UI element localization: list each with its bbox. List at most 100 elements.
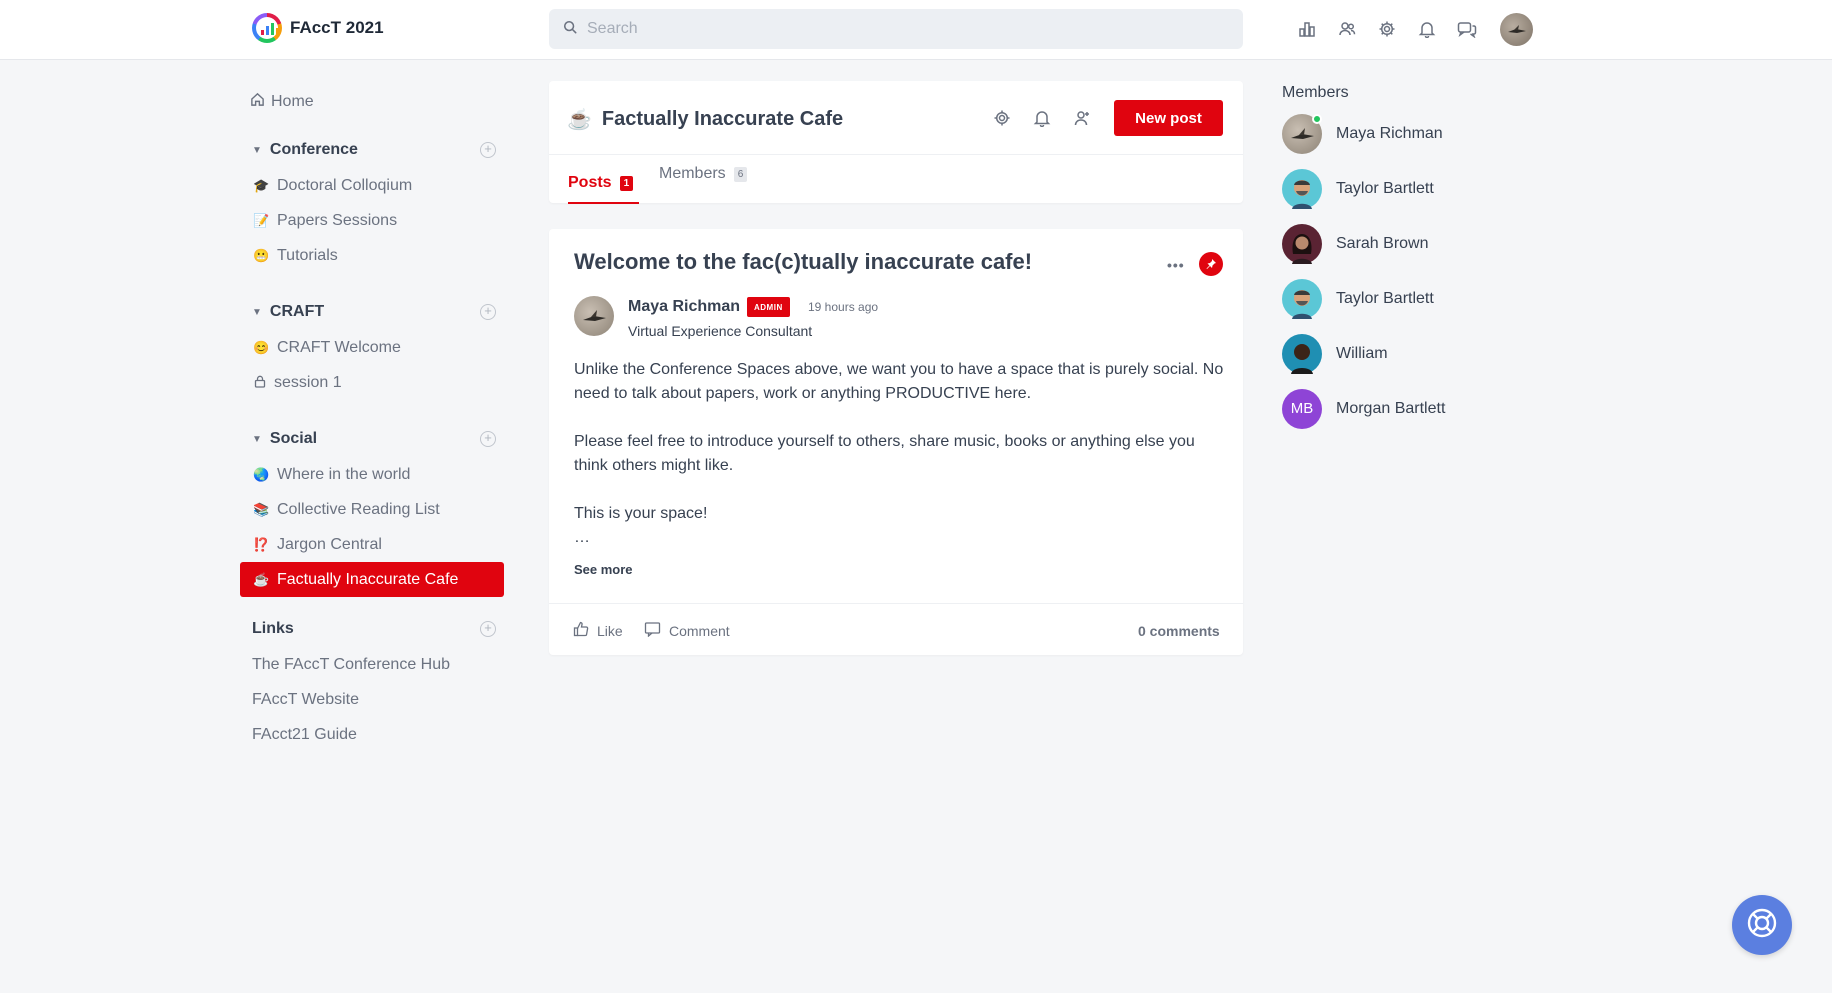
sidebar-item-label: CRAFT Welcome [277,338,401,356]
post-timestamp: 19 hours ago [808,300,879,314]
chat-icon[interactable] [1456,18,1478,40]
tab-label: Members [659,165,726,182]
sidebar-item-label: Papers Sessions [277,211,398,229]
post-title[interactable]: Welcome to the fac(c)tually inaccurate c… [574,249,1032,275]
sidebar: Home ▼ Conference + 🎓 Doctoral Colloqium… [240,80,504,752]
sidebar-item-label: Where in the world [277,465,411,483]
member-item[interactable]: Maya Richman [1282,106,1542,161]
comments-count[interactable]: 0 comments [1138,623,1220,639]
member-item[interactable]: Taylor Bartlett [1282,161,1542,216]
member-name: Maya Richman [1336,124,1443,142]
sidebar-item-label: Tutorials [277,246,338,264]
members-title: Members [1282,84,1349,101]
smile-icon: 😊 [253,339,270,355]
more-options-icon[interactable]: ••• [1167,257,1185,273]
member-name: Sarah Brown [1336,234,1429,252]
online-indicator [1312,113,1322,124]
facct-logo-icon [252,13,282,43]
grimace-icon: 😬 [253,247,270,263]
brand[interactable]: FAccT 2021 [252,13,384,43]
link-facct21-guide[interactable]: FAcct21 Guide [240,717,504,752]
sidebar-item-label: Factually Inaccurate Cafe [277,570,459,588]
group-header[interactable]: ▼ Conference + [240,132,504,168]
sidebar-item-session-1[interactable]: session 1 [240,365,504,400]
lock-icon [252,375,268,391]
interrobang-icon: ⁉️ [253,536,270,552]
leaderboard-icon[interactable] [1296,18,1318,40]
divider [549,154,1243,155]
link-facct-conference-hub[interactable]: The FAccT Conference Hub [240,647,504,682]
member-avatar [1282,168,1322,209]
pin-icon[interactable] [1199,252,1223,276]
member-item[interactable]: Taylor Bartlett [1282,271,1542,326]
space-actions [993,109,1091,127]
add-member-icon[interactable] [1073,109,1091,127]
post-paragraph: Unlike the Conference Spaces above, we w… [574,361,1224,402]
sidebar-item-craft-welcome[interactable]: 😊 CRAFT Welcome [240,330,504,365]
post-body: Unlike the Conference Spaces above, we w… [574,358,1224,550]
member-initials: MB [1290,400,1314,417]
comment-icon [644,621,661,640]
space-title-text: Factually Inaccurate Cafe [601,108,844,130]
tab-posts[interactable]: Posts 1 [568,174,634,192]
search-input[interactable] [587,20,1187,38]
sidebar-item-label: Home [271,93,314,110]
sidebar-item-factually-inaccurate-cafe[interactable]: ☕ Factually Inaccurate Cafe [240,562,504,597]
thumbs-up-icon [573,621,589,640]
sidebar-item-doctoral-colloqium[interactable]: 🎓 Doctoral Colloqium [240,168,504,203]
like-button[interactable]: Like [573,621,623,640]
member-name: Taylor Bartlett [1336,179,1434,197]
link-facct-website[interactable]: FAccT Website [240,682,504,717]
search-icon [563,20,577,39]
member-avatar [1282,223,1322,264]
group-conference: ▼ Conference + 🎓 Doctoral Colloqium 📝 Pa… [240,132,504,273]
see-more-link[interactable]: See more [574,562,633,577]
add-icon[interactable]: + [480,304,496,320]
sidebar-item-label: Doctoral Colloqium [277,176,413,194]
app-name: FAccT 2021 [290,18,384,37]
space-bell-icon[interactable] [1033,109,1051,127]
members-panel: Members Maya Richman Taylor Bartlett Sar… [1282,84,1542,436]
sidebar-item-collective-reading-list[interactable]: 📚 Collective Reading List [240,492,504,527]
author-name[interactable]: Maya Richman [628,298,740,316]
sidebar-item-where-in-the-world[interactable]: 🌏 Where in the world [240,457,504,492]
tab-members[interactable]: Members 6 [659,165,919,183]
member-name: William [1336,344,1388,362]
sidebar-item-home[interactable]: Home [240,80,504,124]
group-header[interactable]: ▼ Social + [240,421,504,457]
memo-icon: 📝 [253,212,270,228]
sidebar-item-jargon-central[interactable]: ⁉️ Jargon Central [240,527,504,562]
post-paragraph: Please feel free to introduce yourself t… [574,433,1195,474]
member-item[interactable]: MB Morgan Bartlett [1282,381,1542,436]
caret-down-icon: ▼ [252,433,262,445]
post-card: Welcome to the fac(c)tually inaccurate c… [549,229,1243,655]
sidebar-item-label: session 1 [274,373,342,391]
author-role: Virtual Experience Consultant [628,323,813,339]
coffee-icon: ☕ [253,571,270,587]
help-button[interactable] [1732,895,1792,955]
group-header[interactable]: ▼ CRAFT + [240,294,504,330]
member-item[interactable]: Sarah Brown [1282,216,1542,271]
group-header: Links + [240,611,504,647]
search-bar[interactable] [549,9,1243,49]
bell-icon[interactable] [1416,18,1438,40]
new-post-button[interactable]: New post [1114,100,1223,136]
member-name: Taylor Bartlett [1336,289,1434,307]
add-icon[interactable]: + [480,431,496,447]
comment-button[interactable]: Comment [644,621,730,640]
user-avatar[interactable] [1500,13,1533,46]
space-title: ☕ Factually Inaccurate Cafe [567,107,843,132]
add-icon[interactable]: + [480,621,496,637]
member-item[interactable]: William [1282,326,1542,381]
settings-icon[interactable] [1376,18,1398,40]
add-icon[interactable]: + [480,142,496,158]
people-icon[interactable] [1336,18,1358,40]
author-avatar[interactable] [574,296,614,336]
sidebar-item-papers-sessions[interactable]: 📝 Papers Sessions [240,203,504,238]
sidebar-item-tutorials[interactable]: 😬 Tutorials [240,238,504,273]
like-label: Like [597,622,623,639]
globe-icon: 🌏 [253,466,270,482]
admin-badge: ADMIN [747,297,790,317]
space-settings-icon[interactable] [993,109,1011,127]
group-craft: ▼ CRAFT + 😊 CRAFT Welcome session 1 [240,294,504,400]
